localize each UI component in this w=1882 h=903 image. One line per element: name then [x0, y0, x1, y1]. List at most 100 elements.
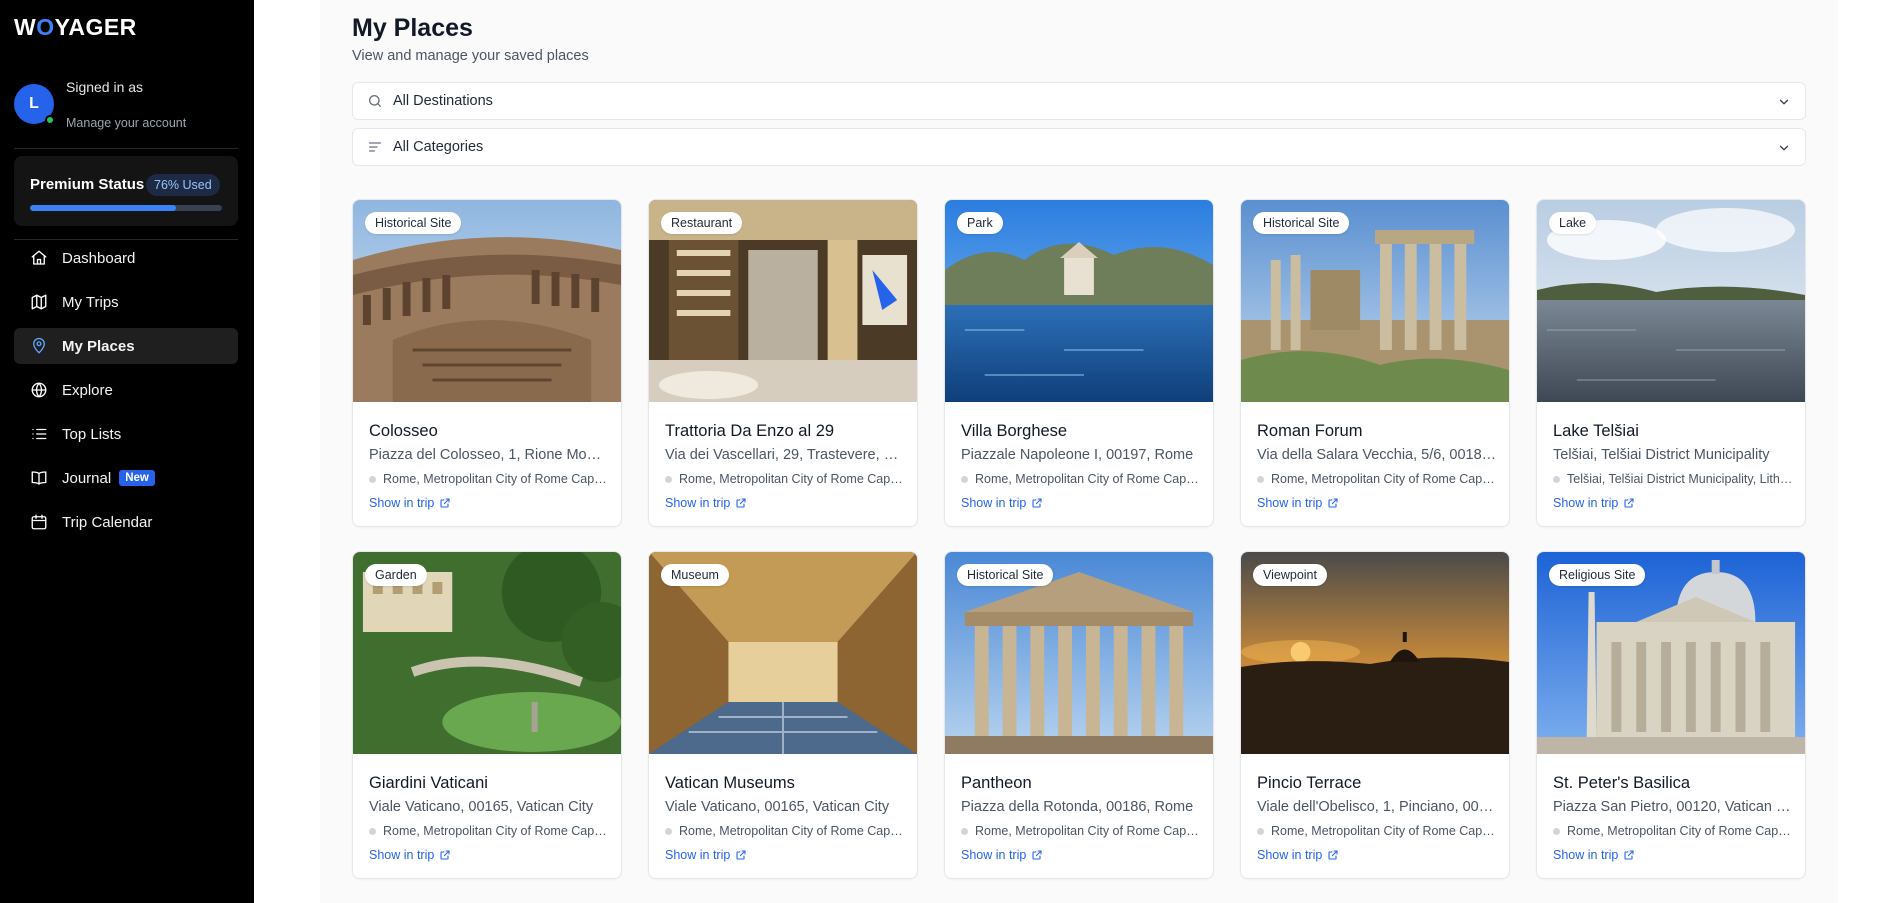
place-image-roman-forum[interactable]: Historical Site: [1241, 200, 1509, 402]
place-card[interactable]: Museum Vatican Museums Viale Vaticano, 0…: [648, 551, 918, 879]
location-dot-icon: [1257, 475, 1264, 483]
place-name[interactable]: Colosseo: [369, 422, 609, 441]
usage-progress-fill: [30, 205, 176, 211]
category-badge: Museum: [661, 564, 729, 586]
show-in-trip-label: Show in trip: [1553, 848, 1619, 862]
sidebar-item-label: Trip Calendar: [62, 513, 153, 531]
place-card[interactable]: Historical Site Roman Forum Via della Sa…: [1240, 199, 1510, 527]
place-location: Rome, Metropolitan City of Rome Capital,…: [1257, 824, 1497, 838]
calendar-icon: [31, 514, 47, 530]
place-card[interactable]: Garden Giardini Vaticani Viale Vaticano,…: [352, 551, 622, 879]
external-link-icon: [1032, 850, 1042, 860]
external-link-icon: [440, 850, 450, 860]
place-name[interactable]: St. Peter's Basilica: [1553, 774, 1793, 793]
place-image-vatican-museums[interactable]: Museum: [649, 552, 917, 754]
place-card-body: Giardini Vaticani Viale Vaticano, 00165,…: [369, 774, 609, 862]
location-dot-icon: [1553, 827, 1560, 835]
category-badge: Historical Site: [1253, 212, 1350, 234]
show-in-trip-link[interactable]: Show in trip: [1257, 848, 1497, 862]
place-name[interactable]: Vatican Museums: [665, 774, 905, 793]
place-card-body: Vatican Museums Viale Vaticano, 00165, V…: [665, 774, 905, 862]
sidebar-item-label: Dashboard: [62, 249, 136, 267]
place-name[interactable]: Pincio Terrace: [1257, 774, 1497, 793]
place-name[interactable]: Giardini Vaticani: [369, 774, 609, 793]
place-address: Piazzale Napoleone I, 00197, Rome: [961, 447, 1194, 463]
sidebar-item-journal[interactable]: Journal New: [14, 460, 238, 496]
show-in-trip-link[interactable]: Show in trip: [369, 496, 609, 510]
logo-prefix: W: [14, 14, 37, 40]
place-location: Rome, Metropolitan City of Rome Capital,…: [665, 472, 905, 486]
page-subtitle: View and manage your saved places: [352, 48, 589, 64]
show-in-trip-label: Show in trip: [961, 496, 1027, 510]
sidebar-item-my-places[interactable]: My Places: [14, 328, 238, 364]
external-link-icon: [1328, 498, 1338, 508]
show-in-trip-link[interactable]: Show in trip: [961, 496, 1201, 510]
place-name[interactable]: Trattoria Da Enzo al 29: [665, 422, 905, 441]
category-filter-select[interactable]: All Categories: [352, 128, 1806, 166]
category-badge: Park: [957, 212, 1003, 234]
show-in-trip-label: Show in trip: [369, 848, 435, 862]
place-location-text: Telšiai, Telšiai District Municipality, …: [1567, 472, 1793, 486]
place-location-text: Rome, Metropolitan City of Rome Capital,…: [679, 472, 905, 486]
show-in-trip-label: Show in trip: [1257, 496, 1323, 510]
place-address: Piazza San Pietro, 00120, Vatican City: [1553, 799, 1793, 815]
place-location: Rome, Metropolitan City of Rome Capital,…: [369, 472, 609, 486]
show-in-trip-link[interactable]: Show in trip: [1553, 496, 1793, 510]
place-card[interactable]: Lake Lake Telšiai Telšiai, Telšiai Distr…: [1536, 199, 1806, 527]
show-in-trip-link[interactable]: Show in trip: [369, 848, 609, 862]
user-account[interactable]: L Signed in as Manage your account: [14, 76, 238, 136]
place-card[interactable]: Restaurant Trattoria Da Enzo al 29 Via d…: [648, 199, 918, 527]
map-icon: [31, 294, 47, 310]
sidebar-item-explore[interactable]: Explore: [14, 372, 238, 408]
place-image-pincio-terrace[interactable]: Viewpoint: [1241, 552, 1509, 754]
place-location: Telšiai, Telšiai District Municipality, …: [1553, 472, 1793, 486]
external-link-icon: [1624, 850, 1634, 860]
place-card-body: Roman Forum Via della Salara Vecchia, 5/…: [1257, 422, 1497, 510]
sidebar: WOYAGER L Signed in as Manage your accou…: [0, 0, 254, 903]
location-dot-icon: [1257, 827, 1264, 835]
place-address: Viale Vaticano, 00165, Vatican City: [665, 799, 890, 815]
category-badge: Historical Site: [957, 564, 1054, 586]
place-name[interactable]: Lake Telšiai: [1553, 422, 1793, 441]
sidebar-item-trip-calendar[interactable]: Trip Calendar: [14, 504, 238, 540]
online-status-dot: [45, 115, 55, 125]
place-address: Piazza della Rotonda, 00186, Rome: [961, 799, 1194, 815]
place-location-text: Rome, Metropolitan City of Rome Capital,…: [383, 472, 609, 486]
place-image-vatican-gardens[interactable]: Garden: [353, 552, 621, 754]
book-icon: [31, 471, 47, 485]
category-badge: Restaurant: [661, 212, 743, 234]
logo-o: O: [36, 14, 55, 40]
show-in-trip-link[interactable]: Show in trip: [665, 848, 905, 862]
show-in-trip-link[interactable]: Show in trip: [665, 496, 905, 510]
chevron-down-icon: [1779, 99, 1789, 105]
place-name[interactable]: Roman Forum: [1257, 422, 1497, 441]
place-card[interactable]: Religious Site St. Peter's Basilica Piaz…: [1536, 551, 1806, 879]
sidebar-item-my-trips[interactable]: My Trips: [14, 284, 238, 320]
show-in-trip-link[interactable]: Show in trip: [961, 848, 1201, 862]
place-card[interactable]: Park Villa Borghese Piazzale Napoleone I…: [944, 199, 1214, 527]
location-dot-icon: [1553, 475, 1560, 483]
manage-account-link[interactable]: Manage your account: [66, 116, 186, 130]
signed-in-label: Signed in as: [66, 79, 144, 95]
place-card[interactable]: Historical Site Pantheon Piazza della Ro…: [944, 551, 1214, 879]
external-link-icon: [440, 498, 450, 508]
show-in-trip-link[interactable]: Show in trip: [1257, 496, 1497, 510]
place-name[interactable]: Pantheon: [961, 774, 1201, 793]
place-image-lake-telsiai[interactable]: Lake: [1537, 200, 1805, 402]
place-image-st-peters-basilica[interactable]: Religious Site: [1537, 552, 1805, 754]
place-card[interactable]: Historical Site Colosseo Piazza del Colo…: [352, 199, 622, 527]
place-name[interactable]: Villa Borghese: [961, 422, 1201, 441]
destination-filter-select[interactable]: All Destinations: [352, 82, 1806, 120]
place-image-villa-borghese[interactable]: Park: [945, 200, 1213, 402]
place-image-pantheon[interactable]: Historical Site: [945, 552, 1213, 754]
usage-badge: 76% Used: [146, 174, 220, 196]
location-dot-icon: [961, 475, 968, 483]
show-in-trip-label: Show in trip: [665, 848, 731, 862]
place-card[interactable]: Viewpoint Pincio Terrace Viale dell'Obel…: [1240, 551, 1510, 879]
sidebar-item-top-lists[interactable]: Top Lists: [14, 416, 238, 452]
app-logo[interactable]: WOYAGER: [14, 14, 137, 41]
place-image-trattoria[interactable]: Restaurant: [649, 200, 917, 402]
place-image-colosseum[interactable]: Historical Site: [353, 200, 621, 402]
show-in-trip-link[interactable]: Show in trip: [1553, 848, 1793, 862]
sidebar-item-dashboard[interactable]: Dashboard: [14, 240, 238, 276]
